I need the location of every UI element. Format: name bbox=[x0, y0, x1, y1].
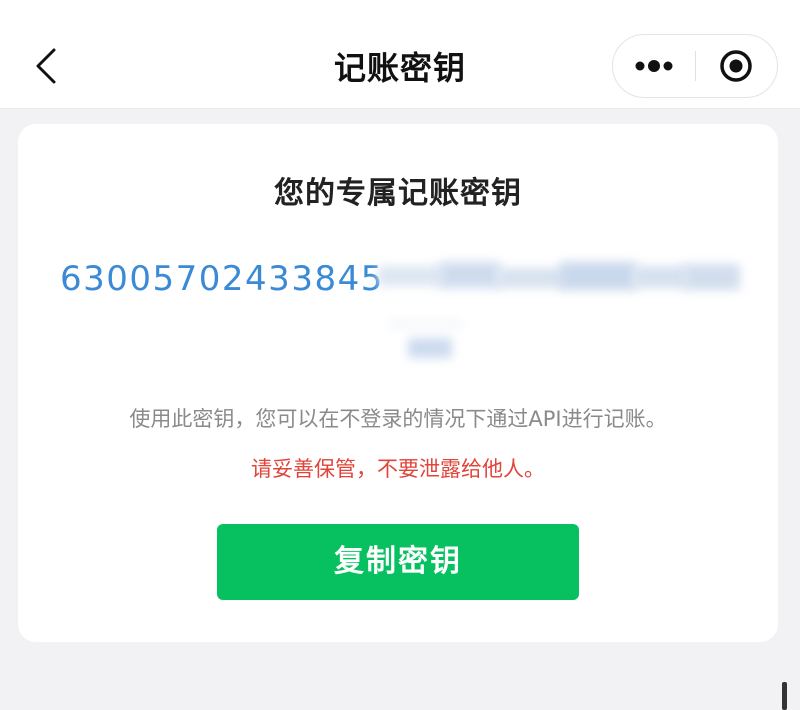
copy-key-button[interactable]: 复制密钥 bbox=[217, 524, 579, 600]
more-dots-icon bbox=[635, 60, 673, 72]
api-key-text: 63005702433845 bbox=[60, 259, 384, 299]
more-button[interactable] bbox=[613, 35, 695, 97]
security-warning: 请妥善保管，不要泄露给他人。 bbox=[251, 457, 545, 481]
key-description: 使用此密钥，您可以在不登录的情况下通过API进行记账。 bbox=[129, 407, 667, 431]
navigation-bar: 记账密钥 bbox=[0, 0, 800, 109]
scrollbar[interactable] bbox=[782, 682, 787, 710]
mini-program-capsule bbox=[612, 34, 778, 98]
key-card: 您的专属记账密钥 63005702433845 使用此密钥，您可以在不登录的情况… bbox=[18, 124, 778, 642]
target-circle-icon bbox=[720, 50, 752, 82]
api-key-display: 63005702433845 bbox=[60, 254, 760, 358]
close-button[interactable] bbox=[696, 35, 778, 97]
card-title: 您的专属记账密钥 bbox=[274, 176, 522, 211]
